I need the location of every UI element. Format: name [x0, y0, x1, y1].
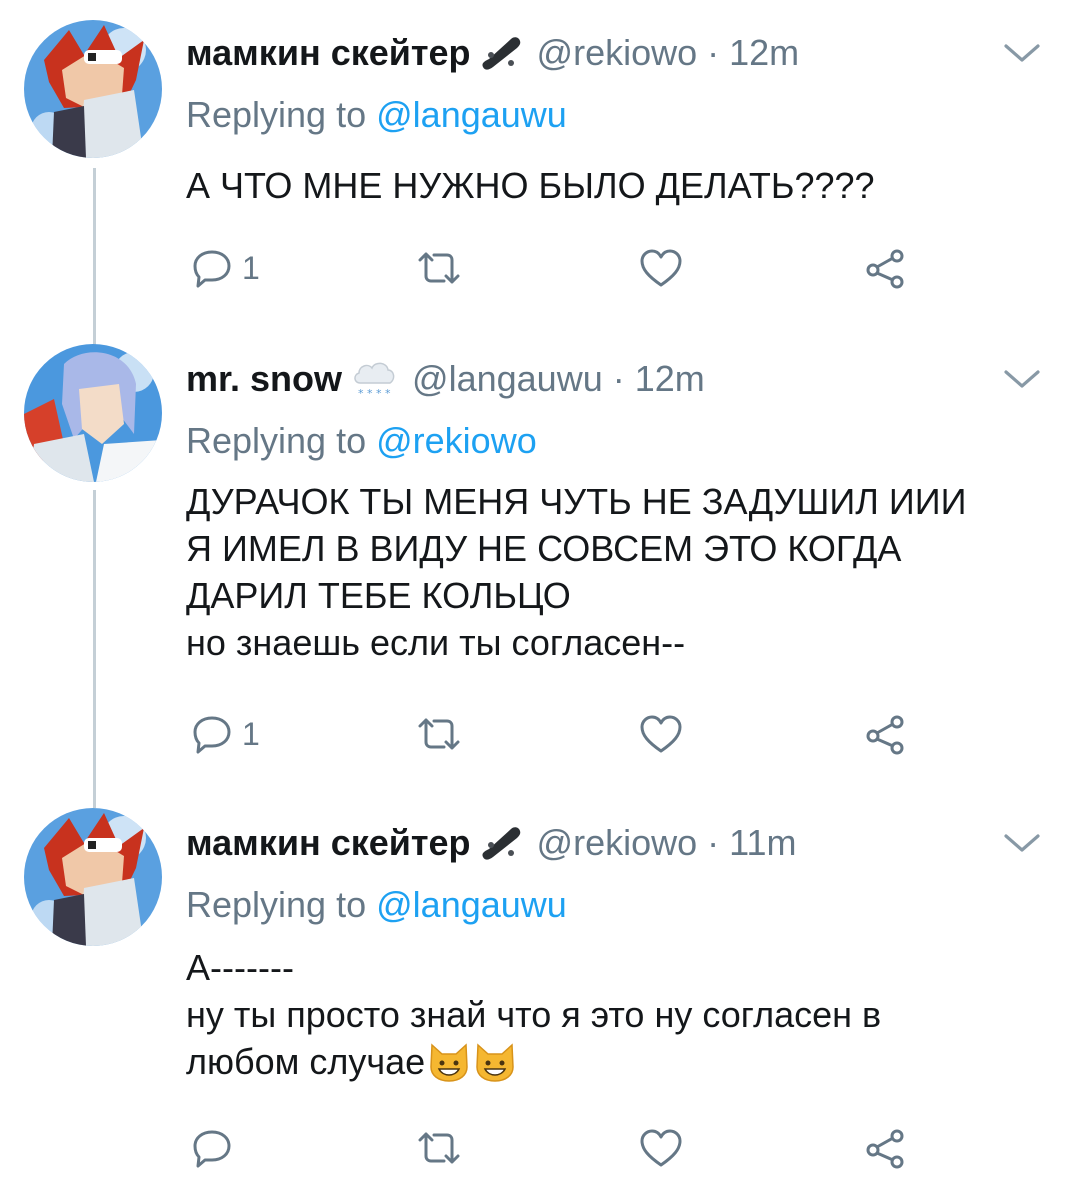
tweet[interactable]: мамкин скейтер @rekiowo · 12m Replying t…: [0, 0, 1080, 330]
reply-button[interactable]: [190, 1126, 242, 1170]
chevron-down-icon[interactable]: [1002, 364, 1042, 394]
replying-to: Replying to @langauwu: [186, 94, 567, 136]
action-bar: 1: [0, 712, 1080, 762]
reply-count: 1: [242, 715, 260, 752]
display-name[interactable]: mr. snow: [186, 358, 342, 400]
reply-count: 1: [242, 249, 260, 286]
share-icon: [866, 715, 904, 755]
replying-to: Replying to @rekiowo: [186, 420, 537, 462]
handle[interactable]: @rekiowo: [537, 822, 698, 864]
like-button[interactable]: [638, 1126, 684, 1170]
tweet-text-line: ну ты просто знай что я это ну согласен …: [186, 994, 882, 1035]
tweet-text-line: Я ИМЕЛ В ВИДУ НЕ СОВСЕМ ЭТО КОГДА: [186, 528, 902, 569]
handle[interactable]: @langauwu: [412, 358, 603, 400]
avatar[interactable]: [24, 808, 162, 946]
grinning-cat-icon: [427, 1041, 471, 1083]
tweet[interactable]: mr. snow * * * * @langauwu · 12m Replyin…: [0, 326, 1080, 796]
replying-to-label: Replying to: [186, 884, 367, 925]
timestamp[interactable]: 12m: [729, 32, 799, 74]
svg-text:* * * *: * * * *: [358, 387, 391, 400]
share-icon: [866, 249, 904, 289]
separator-dot: ·: [707, 822, 720, 863]
retweet-icon: [418, 1132, 460, 1164]
like-button[interactable]: [638, 712, 684, 756]
grinning-cat-icon: [473, 1041, 517, 1083]
retweet-icon: [418, 252, 460, 284]
snow-cloud-icon: * * * *: [350, 357, 398, 401]
reply-icon: [193, 716, 231, 754]
skateboard-icon: [479, 823, 523, 863]
tweet-text: А------- ну ты просто знай что я это ну …: [186, 944, 881, 1085]
retweet-icon: [418, 718, 460, 750]
share-icon: [866, 1129, 904, 1169]
heart-icon: [640, 249, 682, 287]
retweet-button[interactable]: [414, 1126, 464, 1170]
replying-to: Replying to @langauwu: [186, 884, 567, 926]
action-bar: 1: [0, 246, 1080, 296]
display-name[interactable]: мамкин скейтер: [186, 32, 471, 74]
reply-icon: [193, 250, 231, 288]
share-button[interactable]: [862, 1126, 908, 1170]
tweet-text: А ЧТО МНЕ НУЖНО БЫЛО ДЕЛАТЬ????: [186, 162, 875, 209]
share-button[interactable]: [862, 246, 908, 290]
timestamp[interactable]: 12m: [635, 358, 705, 400]
skateboard-icon: [479, 33, 523, 73]
handle[interactable]: @rekiowo: [537, 32, 698, 74]
timestamp[interactable]: 11m: [729, 822, 796, 864]
tweet-text-line: любом случае: [186, 1041, 426, 1082]
tweet-text: ДУРАЧОК ТЫ МЕНЯ ЧУТЬ НЕ ЗАДУШИЛ ИИИ Я ИМ…: [186, 478, 967, 666]
separator-dot: ·: [612, 358, 625, 399]
mention-link[interactable]: @rekiowo: [376, 420, 537, 461]
tweet-text-line: но знаешь если ты согласен--: [186, 622, 686, 663]
mention-link[interactable]: @langauwu: [376, 94, 567, 135]
display-name[interactable]: мамкин скейтер: [186, 822, 471, 864]
heart-icon: [640, 1129, 682, 1167]
retweet-button[interactable]: [414, 246, 464, 290]
heart-icon: [640, 715, 682, 753]
tweet-text-line-with-emoji: любом случае: [186, 1038, 881, 1085]
replying-to-label: Replying to: [186, 420, 367, 461]
reply-icon: [193, 1130, 231, 1168]
tweet-text-line: ДАРИЛ ТЕБЕ КОЛЬЦО: [186, 575, 571, 616]
tweet-text-line: А ЧТО МНЕ НУЖНО БЫЛО ДЕЛАТЬ????: [186, 165, 875, 206]
action-bar: [0, 1126, 1080, 1176]
avatar[interactable]: [24, 344, 162, 482]
retweet-button[interactable]: [414, 712, 464, 756]
share-button[interactable]: [862, 712, 908, 756]
like-button[interactable]: [638, 246, 684, 290]
replying-to-label: Replying to: [186, 94, 367, 135]
reply-button[interactable]: 1: [190, 246, 260, 290]
avatar[interactable]: [24, 20, 162, 158]
tweet[interactable]: мамкин скейтер @rekiowo · 11m Replying t…: [0, 790, 1080, 1194]
tweet-text-line: А-------: [186, 947, 294, 988]
reply-button[interactable]: 1: [190, 712, 260, 756]
tweet-text-line: ДУРАЧОК ТЫ МЕНЯ ЧУТЬ НЕ ЗАДУШИЛ ИИИ: [186, 481, 967, 522]
mention-link[interactable]: @langauwu: [376, 884, 567, 925]
chevron-down-icon[interactable]: [1002, 828, 1042, 858]
chevron-down-icon[interactable]: [1002, 38, 1042, 68]
separator-dot: ·: [707, 32, 720, 73]
